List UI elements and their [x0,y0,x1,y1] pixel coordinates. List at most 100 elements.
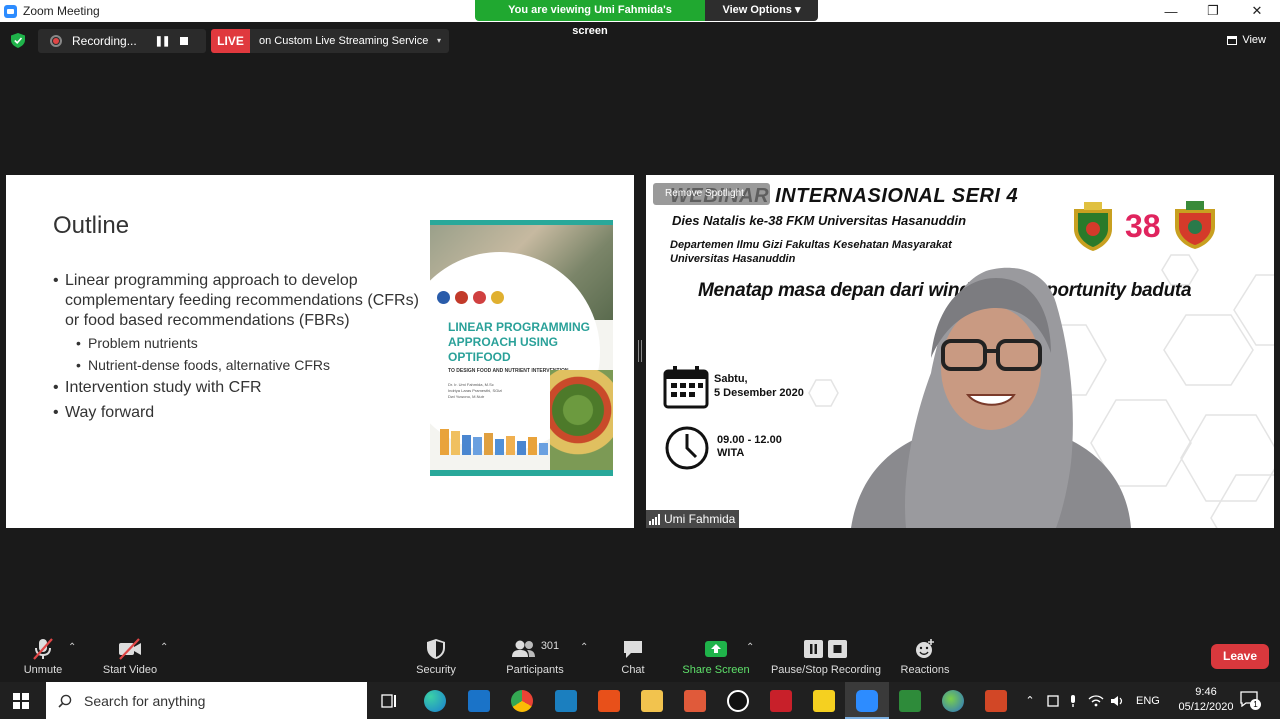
bullet-item: • Way forward [53,404,155,421]
shared-screen-slide: Outline • Linear programming approach to … [6,175,634,528]
security-button[interactable]: Security [414,636,458,680]
unmute-button[interactable]: Unmute [22,636,64,680]
clock-date: 05/12/2020 [1178,701,1234,713]
speaker-person [851,267,1131,528]
pause-stop-recording-button[interactable]: Pause/Stop Recording [770,636,882,680]
book-title: LINEAR PROGRAMMING APPROACH USING OPTIFO… [448,320,590,364]
notification-center-button[interactable]: 1 [1240,691,1261,710]
recording-indicator: Recording... ❚❚ [38,29,206,53]
logo-icon [491,291,504,304]
live-target-label: on Custom Live Streaming Service [259,35,429,47]
participant-count: 301 [540,640,560,652]
title-bar: Zoom Meeting You are viewing Umi Fahmida… [0,0,1280,37]
zoom-taskbar-active[interactable] [845,682,889,719]
windows-taskbar: Search for anything ⌃ ENG 9:46 05/12/202… [0,682,1280,719]
book-logos [437,291,504,304]
speaker-video: WEBINAR INTERNASIONAL SERI 4 Remove Spot… [646,175,1274,528]
sticky-notes-icon[interactable] [813,690,835,712]
share-options-caret[interactable]: ⌃ [746,642,754,653]
dies-natalis-text: Dies Natalis ke-38 FKM Universitas Hasan… [672,213,967,228]
edge-browser-icon[interactable] [424,690,446,712]
faculty-seal-icon [1175,201,1215,249]
split-divider-handle[interactable] [638,340,642,362]
powerpoint-icon[interactable] [985,690,1007,712]
signal-strength-icon [649,513,660,525]
live-badge: LIVE [211,29,250,53]
bullet-item: • Linear programming approach to develop … [53,272,419,329]
share-screen-icon [704,636,728,662]
obs-icon[interactable] [727,690,749,712]
search-icon [58,694,72,708]
slides-app-icon[interactable] [684,690,706,712]
book-cover-image: LINEAR PROGRAMMING APPROACH USING OPTIFO… [430,220,613,476]
sub-bullet-item: • Problem nutrients [76,335,198,351]
participant-name-tag: Umi Fahmida [646,510,740,528]
volume-icon[interactable] [1110,694,1126,708]
zoom-icon [856,690,878,712]
audio-options-caret[interactable]: ⌃ [68,642,76,653]
video-options-caret[interactable]: ⌃ [160,642,168,653]
shield-icon [426,636,446,662]
globe-app-icon[interactable] [942,690,964,712]
mendeley-icon[interactable] [770,690,792,712]
share-screen-button[interactable]: Share Screen [682,636,750,680]
file-explorer-icon[interactable] [641,690,663,712]
window-title: Zoom Meeting [23,4,100,18]
chrome-icon[interactable] [511,690,533,712]
department-text: Departemen Ilmu Gizi Fakultas Kesehatan … [670,239,952,265]
restore-button[interactable]: ❐ [1191,0,1235,22]
pause-stop-icon [803,636,849,662]
stop-recording-button[interactable] [180,37,188,45]
close-button[interactable]: ✕ [1235,0,1279,22]
microphone-icon[interactable] [1068,694,1078,708]
remove-spotlight-button[interactable]: Remove Spotlight [653,183,770,205]
leave-button[interactable]: Leave [1211,644,1269,669]
participants-button[interactable]: 301 Participants [504,636,566,680]
participants-options-caret[interactable]: ⌃ [580,642,588,653]
microphone-muted-icon [31,636,55,662]
view-options-button[interactable]: View Options ▾ [705,0,818,21]
mail-icon[interactable] [468,690,490,712]
logo-icon [473,291,486,304]
event-date: Sabtu, 5 Desember 2020 [714,373,804,399]
slide-bullet-list: • Linear programming approach to develop … [53,271,423,425]
remote-desktop-icon[interactable] [555,690,577,712]
task-view-icon[interactable] [381,693,397,709]
wifi-icon[interactable] [1088,694,1104,708]
minimize-button[interactable]: — [1149,0,1193,22]
calendar-icon [663,366,709,409]
chat-button[interactable]: Chat [617,636,649,680]
zoom-meeting-window: Zoom Meeting You are viewing Umi Fahmida… [0,0,1280,719]
windows-start-icon[interactable] [13,693,29,709]
logo-icon [437,291,450,304]
recording-label: Recording... [72,34,137,48]
meeting-toolbar: Unmute ⌃ Start Video ⌃ Security 301 Part… [0,630,1280,682]
event-time: 09.00 - 12.00 WITA [717,434,782,459]
view-button[interactable]: View [1227,34,1266,46]
chevron-down-icon: ▾ [795,4,801,16]
slide-title: Outline [53,212,130,239]
network-device-icon[interactable] [1046,694,1060,708]
game-app-icon[interactable] [899,690,921,712]
language-indicator[interactable]: ENG [1136,695,1160,707]
taskbar-search-box[interactable]: Search for anything [46,682,367,719]
zoom-app-icon [4,4,17,18]
university-seal-icon [1074,202,1112,251]
participants-icon: 301 [511,636,559,662]
view-options-label: View Options [722,4,792,16]
clock-icon [665,426,709,470]
gallery-view-icon [1227,35,1238,45]
video-camera-off-icon [117,636,143,662]
view-label: View [1242,34,1266,46]
pdf-app-icon[interactable] [598,690,620,712]
reactions-icon [914,636,936,662]
start-video-button[interactable]: Start Video [101,636,159,680]
pause-recording-button[interactable]: ❚❚ [150,36,174,47]
encryption-shield-icon[interactable] [11,33,25,48]
reactions-button[interactable]: Reactions [899,636,951,680]
taskbar-clock[interactable]: 9:46 05/12/2020 [1178,685,1234,715]
chevron-up-icon[interactable]: ⌃ [1022,694,1038,707]
viewing-banner: You are viewing Umi Fahmida's screen Vie… [475,0,818,37]
live-target[interactable]: on Custom Live Streaming Service ▾ [250,29,449,53]
live-stream-indicator[interactable]: LIVE on Custom Live Streaming Service ▾ [211,29,449,53]
